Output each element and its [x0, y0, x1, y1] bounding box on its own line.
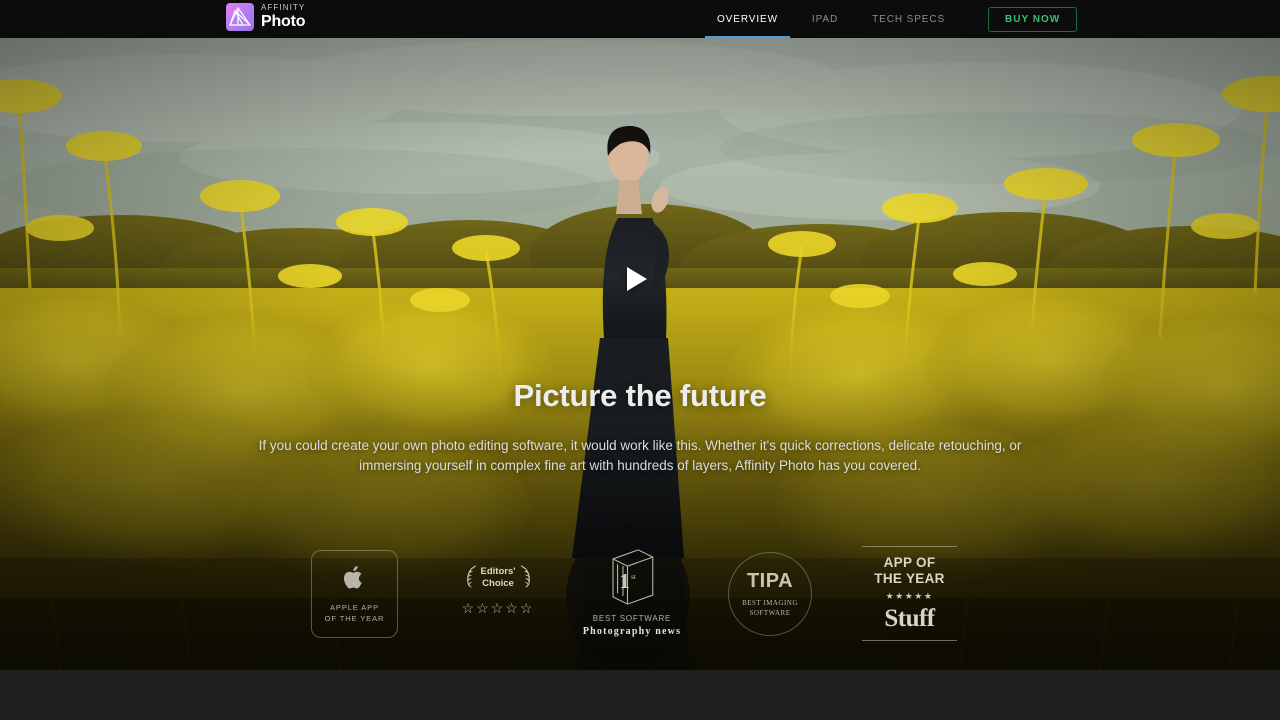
primary-navigation: OVERVIEW IPAD TECH SPECS BUY NOW: [700, 0, 1078, 38]
brand-name: Photo: [261, 13, 306, 30]
award-line-1: APPLE APP: [330, 603, 379, 612]
nav-item-tech-specs[interactable]: TECH SPECS: [855, 0, 962, 38]
award-line-2: SOFTWARE: [749, 608, 791, 617]
award-line-1: APP OF: [883, 555, 936, 570]
laurel-wreath-icon: [465, 564, 478, 591]
brand-logo-link[interactable]: AFFINITY Photo: [226, 3, 306, 31]
tipa-wordmark: TIPA: [746, 569, 794, 592]
play-icon[interactable]: [618, 262, 652, 296]
award-text-block: APP OF THE YEAR: [862, 555, 957, 587]
award-text-block: BEST IMAGING SOFTWARE: [742, 598, 798, 618]
editors-choice-heading: Editors' Choice: [448, 564, 548, 591]
award-caption: BEST SOFTWARE: [592, 614, 672, 623]
hero-section: Picture the future If you could create y…: [0, 38, 1280, 670]
award-apple-app-of-the-year: APPLE APP OF THE YEAR: [311, 550, 398, 638]
award-line-2: Choice: [482, 577, 514, 589]
hero-copy: Picture the future If you could create y…: [0, 378, 1280, 476]
award-rating-stars: ☆☆☆☆☆: [461, 600, 535, 616]
nav-item-ipad[interactable]: IPAD: [795, 0, 855, 38]
svg-text:st: st: [631, 573, 636, 581]
award-tipa-best-imaging-software: TIPA BEST IMAGING SOFTWARE: [728, 552, 812, 636]
stuff-magazine-icon: Stuff: [884, 605, 935, 632]
laurel-wreath-icon: [519, 564, 532, 591]
apple-logo-icon: [343, 564, 366, 596]
page-title: Picture the future: [513, 378, 767, 413]
award-line-2: THE YEAR: [874, 571, 945, 586]
awards-row: APPLE APP OF THE YEAR Editors' Choice ☆☆…: [0, 536, 1280, 656]
brand-text: AFFINITY Photo: [261, 3, 306, 30]
affinity-photo-logo-icon: [226, 3, 254, 31]
buy-now-button[interactable]: BUY NOW: [988, 6, 1078, 32]
award-best-software-photography-news: 1 st BEST SOFTWARE Photography news: [572, 546, 692, 666]
site-header: AFFINITY Photo OVERVIEW IPAD TECH SPECS …: [0, 0, 1280, 38]
divider-top: [862, 546, 957, 547]
nav-item-overview[interactable]: OVERVIEW: [700, 0, 795, 38]
award-line-1: BEST IMAGING: [742, 598, 798, 607]
hero-subtitle: If you could create your own photo editi…: [258, 438, 1022, 473]
award-line-1: Editors': [480, 566, 516, 577]
page-root: AFFINITY Photo OVERVIEW IPAD TECH SPECS …: [0, 0, 1280, 720]
award-stuff-app-of-the-year: APP OF THE YEAR ★★★★★ Stuff: [862, 546, 957, 666]
brand-eyebrow: AFFINITY: [261, 3, 306, 12]
award-rating-stars: ★★★★★: [885, 591, 934, 601]
award-publication: Photography news: [582, 626, 682, 637]
divider-bottom: [862, 640, 957, 641]
award-line-2: OF THE YEAR: [324, 614, 385, 623]
svg-text:1: 1: [619, 570, 629, 593]
award-text-block: Editors' Choice: [481, 566, 516, 589]
page-footer-strip: [0, 670, 1280, 720]
podium-first-place-icon: 1 st: [572, 546, 692, 608]
award-editors-choice: Editors' Choice ☆☆☆☆☆: [448, 564, 548, 670]
